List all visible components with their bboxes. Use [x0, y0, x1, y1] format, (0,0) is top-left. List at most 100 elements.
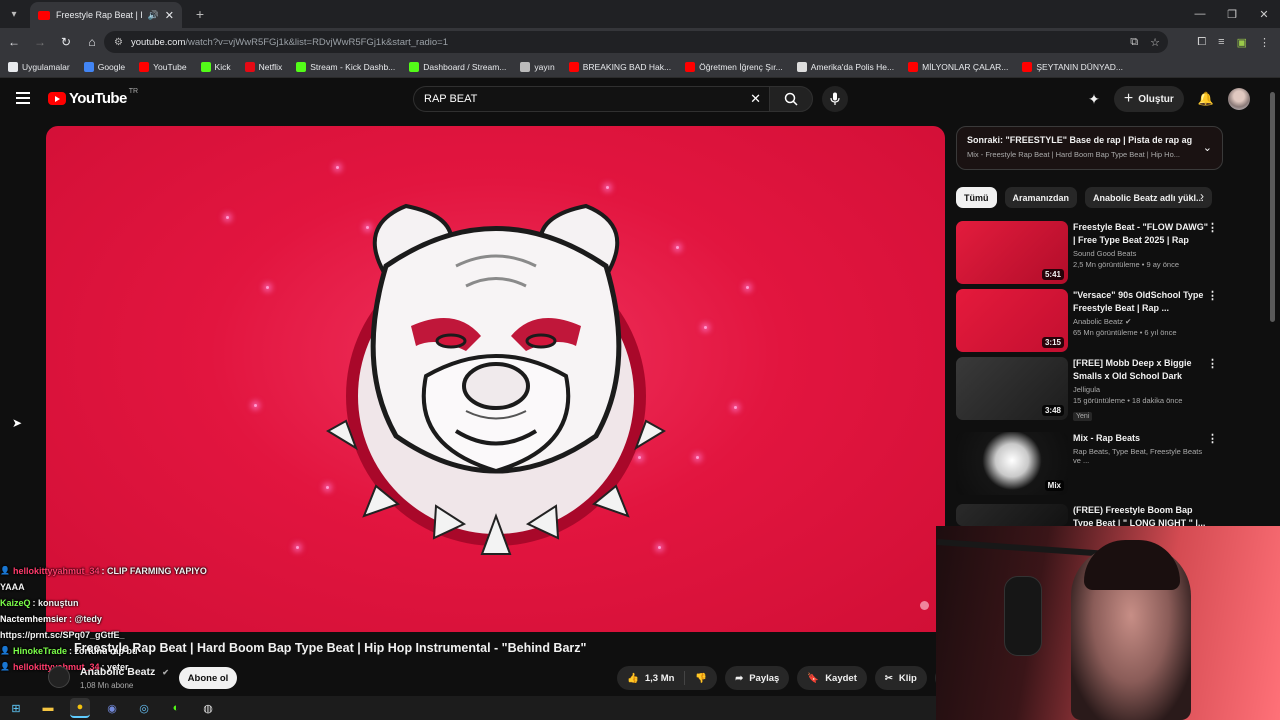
extensions-icon[interactable]: ⧠ [1197, 36, 1206, 49]
bookmark-item[interactable]: Amerika'da Polis He... [796, 61, 894, 72]
dislike-button[interactable]: 👎 [685, 666, 717, 690]
create-button[interactable]: + Oluştur [1113, 86, 1184, 112]
restore-icon[interactable]: ❐ [1216, 0, 1248, 28]
close-tab-icon[interactable]: ✕ [165, 9, 174, 22]
recommendation-item[interactable]: Mix Mix - Rap Beats Rap Beats, Type Beat, … [956, 432, 1226, 496]
more-options-icon[interactable]: ⋮ [1207, 432, 1218, 445]
filter-chip[interactable]: Tümü [956, 187, 997, 208]
page-scrollbar[interactable] [1270, 92, 1275, 322]
more-options-icon[interactable]: ⋮ [1207, 221, 1218, 234]
share-button[interactable]: ➦ Paylaş [725, 666, 790, 690]
media-control-icon[interactable]: ≡ [1218, 36, 1224, 49]
recommendation-item[interactable]: 5:41 Freestyle Beat - "FLOW DAWG" | Free … [956, 221, 1226, 285]
obs-icon[interactable]: ◍ [198, 698, 218, 718]
chrome-icon[interactable]: ● [70, 698, 90, 718]
microphone-icon [1004, 576, 1042, 656]
speaker-icon[interactable]: 🔊 [148, 10, 159, 21]
bookmark-item[interactable]: MİLYONLAR ÇALAR... [908, 61, 1008, 72]
video-thumbnail[interactable]: 3:15 [956, 289, 1068, 352]
extension-icon[interactable]: ▣ [1237, 36, 1247, 49]
recommendation-item[interactable]: 3:48 [FREE] Mobb Deep x Biggie Smalls x O… [956, 357, 1226, 421]
chat-username: KaizeQ [0, 598, 31, 608]
file-explorer-icon[interactable]: ▬ [38, 698, 58, 718]
clip-button[interactable]: ✂ Klip [874, 666, 927, 690]
filter-chip[interactable]: Anabolic Beatz adlı yükl... [1085, 187, 1212, 208]
duration-badge: 5:41 [1041, 269, 1064, 280]
up-next-panel[interactable]: Sonraki: "FREESTYLE" Base de rap | Pista… [956, 126, 1223, 170]
bookmark-item[interactable]: ŞEYTANIN DÜNYAD... [1022, 61, 1123, 72]
install-app-icon[interactable]: ⧉ [1130, 36, 1138, 49]
new-tab-button[interactable]: + [188, 6, 212, 22]
notifications-bell-icon[interactable]: 🔔 [1198, 91, 1214, 107]
search-button[interactable] [769, 86, 813, 112]
recommendation-channel[interactable]: Anabolic Beatz [1073, 317, 1123, 326]
like-button[interactable]: 👍 1,3 Mn [617, 666, 684, 690]
recommendation-item[interactable]: (FREE) Freestyle Boom Bap Type Beat | " … [956, 504, 1226, 528]
browser-tab-active[interactable]: Freestyle Rap Beat | Hard B... 🔊 ✕ [30, 2, 182, 28]
home-button[interactable]: ⌂ [80, 30, 104, 54]
clear-search-icon[interactable]: ✕ [750, 91, 761, 107]
account-avatar[interactable] [1228, 88, 1250, 110]
new-badge: Yeni [1073, 412, 1093, 421]
like-dislike-group: 👍 1,3 Mn 👎 [617, 666, 718, 690]
video-thumbnail[interactable]: 3:48 [956, 357, 1068, 420]
site-info-icon[interactable]: ⚙ [114, 37, 123, 48]
bookmark-item[interactable]: Öğretmen İğrenç Şır... [685, 61, 783, 72]
video-player[interactable] [46, 126, 945, 632]
chevron-down-icon[interactable]: ⌄ [1203, 141, 1212, 154]
more-options-icon[interactable]: ⋮ [1207, 289, 1218, 302]
bookmark-item[interactable]: Google [83, 61, 125, 72]
youtube-favicon-icon [38, 10, 50, 20]
reload-button[interactable]: ↻ [54, 30, 78, 54]
recommendation-item[interactable]: 3:15 "Versace" 90s OldSchool Type Freesty… [956, 289, 1226, 353]
bookmark-item[interactable]: Netflix [244, 61, 282, 72]
steam-icon[interactable]: ◎ [134, 698, 154, 718]
video-thumbnail[interactable] [956, 504, 1068, 526]
browser-menu-icon[interactable]: ⋮ [1259, 36, 1270, 49]
filter-chip[interactable]: Aramanızdan [1004, 187, 1078, 208]
bookmark-item[interactable]: YouTube [139, 61, 187, 72]
scissors-icon: ✂ [884, 672, 893, 684]
menu-icon[interactable] [16, 92, 30, 104]
recommendation-channel[interactable]: Jelligula [1073, 385, 1100, 394]
channel-avatar[interactable] [48, 666, 70, 688]
chat-text: : CLIP FARMING YAPIYO [101, 566, 207, 576]
youtube-logo[interactable]: YouTube TR [48, 88, 138, 107]
bookmark-item[interactable]: Uygulamalar [8, 61, 70, 72]
video-thumbnail[interactable]: Mix [956, 432, 1068, 495]
chevron-right-icon[interactable]: › [1200, 189, 1204, 203]
search-input[interactable]: RAP BEAT ✕ [413, 86, 769, 112]
save-button[interactable]: 🔖 Kaydet [797, 666, 867, 690]
minimize-icon[interactable]: — [1184, 0, 1216, 28]
address-bar[interactable]: ⚙ youtube.com/watch?v=vjWwR5FGj1k&list=R… [104, 31, 1168, 53]
url-host: youtube.com [130, 36, 186, 48]
subscribe-button[interactable]: Abone ol [179, 667, 237, 689]
video-thumbnail[interactable]: 5:41 [956, 221, 1068, 284]
more-options-icon[interactable]: ⋮ [1207, 357, 1218, 370]
forward-button[interactable]: → [28, 30, 52, 54]
discord-icon[interactable]: ◉ [102, 698, 122, 718]
chat-badge-icon: 👤 [0, 566, 10, 575]
bookmark-item[interactable]: BREAKING BAD Hak... [568, 61, 671, 72]
recommendation-channel[interactable]: Sound Good Beats [1073, 249, 1136, 258]
gemini-icon[interactable]: ✦ [1088, 91, 1100, 108]
windows-start-icon[interactable]: ⊞ [6, 698, 26, 718]
recommendation-title[interactable]: Freestyle Beat - "FLOW DAWG" | Free Type… [1073, 221, 1209, 247]
tab-search-dropdown-icon[interactable]: ▾ [0, 0, 28, 28]
close-window-icon[interactable]: ✕ [1248, 0, 1280, 28]
bookmark-favicon-icon [139, 61, 150, 72]
recommendation-title[interactable]: "Versace" 90s OldSchool Type Freestyle B… [1073, 289, 1209, 315]
recommendation-title[interactable]: [FREE] Mobb Deep x Biggie Smalls x Old S… [1073, 357, 1209, 383]
bookmark-item[interactable]: Kick [200, 61, 231, 72]
bookmark-item[interactable]: yayın [520, 61, 555, 72]
bookmark-item[interactable]: Dashboard / Stream... [409, 61, 506, 72]
bookmark-star-icon[interactable]: ☆ [1150, 36, 1160, 49]
recommendation-title[interactable]: Mix - Rap Beats [1073, 432, 1209, 445]
voice-search-button[interactable] [822, 86, 848, 112]
bookmark-item[interactable]: Stream - Kick Dashb... [296, 61, 395, 72]
recommendation-channel[interactable]: Rap Beats, Type Beat, Freestyle Beats ve… [1073, 447, 1202, 465]
xbox-icon[interactable]: ◐ [166, 698, 186, 718]
video-actions: 👍 1,3 Mn 👎 ➦ Paylaş 🔖 Kaydet ✂ Klip ⋯ [617, 666, 959, 690]
back-button[interactable]: ← [2, 30, 26, 54]
channel-name-wrap[interactable]: Anabolic Beatz ✔ [80, 666, 169, 678]
